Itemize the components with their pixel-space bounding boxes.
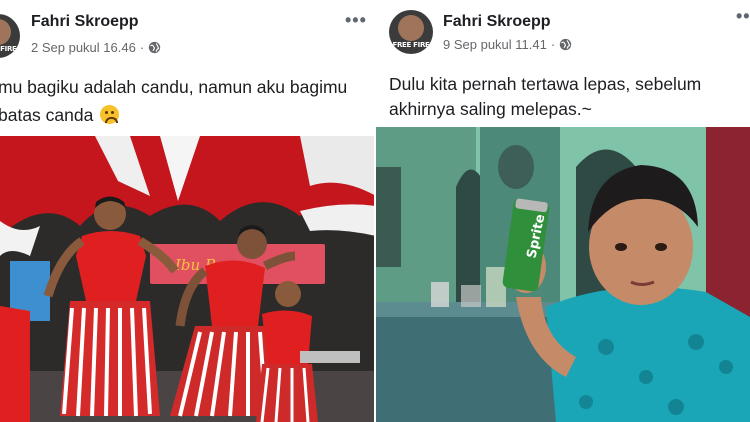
- more-options-button[interactable]: •••: [736, 6, 750, 27]
- post-left: FREE FIRE Fahri Skroepp 2 Sep pukul 16.4…: [0, 0, 376, 422]
- post-caption: Dulu kita pernah tertawa lepas, sebelum …: [389, 71, 701, 122]
- meta-separator: ·: [550, 37, 556, 52]
- avatar-face: [398, 15, 424, 41]
- more-options-button[interactable]: •••: [345, 10, 367, 31]
- dancing-children-image: Ibu Baru: [0, 136, 376, 422]
- frowning-face-icon: [100, 105, 120, 124]
- post-date[interactable]: 2 Sep pukul 16.46: [31, 40, 136, 55]
- post-date[interactable]: 9 Sep pukul 11.41: [443, 37, 547, 52]
- caption-text: batas canda: [0, 105, 94, 125]
- author-name[interactable]: Fahri Skroepp: [31, 13, 139, 31]
- avatar[interactable]: FREE FIRE: [389, 10, 433, 54]
- post-meta: 2 Sep pukul 16.46 ·: [31, 40, 161, 55]
- post-photo[interactable]: Ibu Baru: [0, 136, 376, 422]
- caption-line-1: Dulu kita pernah tertawa lepas, sebelum: [389, 74, 702, 94]
- avatar[interactable]: FREE FIRE: [0, 14, 20, 58]
- caption-line-1: mu bagiku adalah candu, namun aku bagimu: [0, 77, 348, 97]
- globe-icon[interactable]: [559, 38, 572, 51]
- boy-with-soda-image: Sprite: [376, 127, 750, 422]
- post-right: FREE FIRE Fahri Skroepp 9 Sep pukul 11.4…: [376, 0, 750, 422]
- avatar-label: FREE FIRE: [392, 41, 430, 49]
- avatar-label: FREE FIRE: [0, 45, 17, 53]
- post-meta: 9 Sep pukul 11.41 ·: [443, 37, 572, 52]
- post-caption: mu bagiku adalah candu, namun aku bagimu…: [0, 74, 347, 128]
- caption-line-2: batas canda: [0, 102, 347, 128]
- author-name[interactable]: Fahri Skroepp: [443, 13, 551, 31]
- avatar-face: [0, 19, 11, 45]
- post-photo[interactable]: Sprite: [376, 127, 750, 422]
- globe-icon[interactable]: [148, 41, 161, 54]
- meta-separator: ·: [139, 40, 145, 55]
- caption-line-2: akhirnya saling melepas.~: [389, 99, 592, 119]
